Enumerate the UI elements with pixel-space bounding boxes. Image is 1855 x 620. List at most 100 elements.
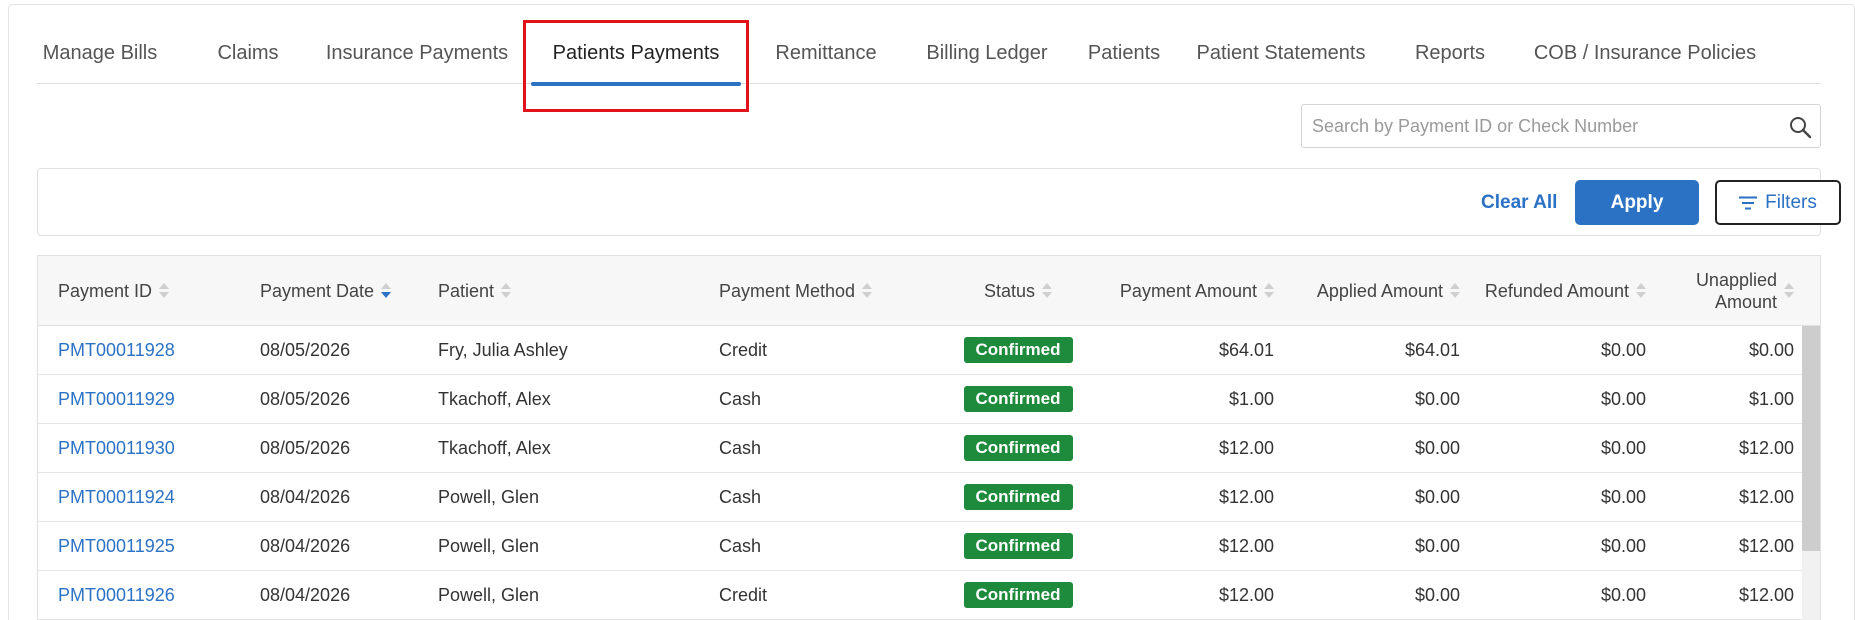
payment-search	[1301, 104, 1821, 148]
payment-id-link[interactable]: PMT00011925	[58, 536, 175, 557]
tab-patients-payments[interactable]: Patients Payments	[529, 22, 743, 86]
cell-payment-id: PMT00011929	[58, 375, 238, 423]
cell-unapplied-amount: $12.00	[1738, 486, 1794, 507]
tab-manage-bills[interactable]: Manage Bills	[37, 22, 163, 84]
column-label-line: Amount	[1714, 292, 1777, 312]
table-row[interactable]: PMT00011929 08/05/2026 Tkachoff, Alex Ca…	[38, 375, 1802, 424]
cell-payment-id: PMT00011925	[58, 522, 238, 570]
tab-remittance[interactable]: Remittance	[755, 22, 897, 84]
table-row[interactable]: PMT00011928 08/05/2026 Fry, Julia Ashley…	[38, 326, 1802, 375]
cell-refunded-amount: $0.00	[1600, 535, 1646, 556]
tab-patients[interactable]: Patients	[1067, 22, 1181, 84]
cell-refunded-amount: $0.00	[1600, 584, 1646, 605]
table-body: PMT00011928 08/05/2026 Fry, Julia Ashley…	[38, 326, 1802, 620]
tab-billing-ledger[interactable]: Billing Ledger	[901, 22, 1073, 84]
cell-payment-date: 08/05/2026	[260, 388, 351, 409]
status-badge: Confirmed	[963, 337, 1073, 363]
cell-applied-amount: $0.00	[1414, 486, 1460, 507]
col-unapplied-amount[interactable]: Unapplied Amount	[1638, 256, 1794, 326]
tab-label: Remittance	[775, 41, 877, 64]
col-refunded-amount[interactable]: Refunded Amount	[1438, 256, 1646, 326]
apply-label: Apply	[1610, 191, 1664, 213]
billing-tabs: Manage Bills Claims Insurance Payments P…	[37, 22, 1821, 86]
cell-patient: Fry, Julia Ashley	[438, 339, 568, 360]
col-payment-id[interactable]: Payment ID	[58, 256, 238, 326]
cell-payment-date: 08/04/2026	[260, 486, 351, 507]
tab-insurance-payments[interactable]: Insurance Payments	[317, 22, 517, 84]
column-label: Payment Amount	[1119, 280, 1257, 301]
cell-payment-method: Credit	[719, 584, 768, 605]
table-scrollbar[interactable]	[1802, 326, 1820, 620]
cell-payment-amount: $12.00	[1218, 584, 1274, 605]
sort-icon	[1784, 283, 1794, 299]
sort-icon	[862, 283, 873, 299]
search-input[interactable]	[1312, 105, 1772, 147]
col-applied-amount[interactable]: Applied Amount	[1268, 256, 1460, 326]
col-payment-amount[interactable]: Payment Amount	[1068, 256, 1274, 326]
cell-applied-amount: $64.01	[1404, 339, 1460, 360]
cell-refunded-amount: $0.00	[1600, 437, 1646, 458]
col-payment-method[interactable]: Payment Method	[719, 256, 919, 326]
tab-label: Patients Payments	[552, 41, 720, 64]
cell-applied-amount: $0.00	[1414, 584, 1460, 605]
tab-claims[interactable]: Claims	[207, 22, 289, 84]
table-row[interactable]: PMT00011925 08/04/2026 Powell, Glen Cash…	[38, 522, 1802, 571]
column-label: Refunded Amount	[1484, 280, 1629, 301]
apply-button[interactable]: Apply	[1575, 180, 1699, 225]
tab-label: Patient Statements	[1196, 41, 1366, 64]
cell-payment-date: 08/05/2026	[260, 339, 351, 360]
cell-applied-amount: $0.00	[1414, 535, 1460, 556]
table-header: Payment ID Payment Date Patient Payment …	[38, 256, 1820, 326]
payment-id-link[interactable]: PMT00011930	[58, 438, 175, 459]
sort-icon	[1042, 283, 1053, 299]
cell-payment-method: Cash	[719, 486, 762, 507]
table-row[interactable]: PMT00011926 08/04/2026 Powell, Glen Cred…	[38, 571, 1802, 620]
tab-patient-statements[interactable]: Patient Statements	[1181, 22, 1381, 84]
filters-button[interactable]: Filters	[1715, 180, 1841, 225]
cell-unapplied-amount: $12.00	[1738, 437, 1794, 458]
cell-payment-method: Credit	[719, 339, 768, 360]
cell-unapplied-amount: $12.00	[1738, 584, 1794, 605]
tab-label: Reports	[1414, 41, 1486, 64]
table-row[interactable]: PMT00011924 08/04/2026 Powell, Glen Cash…	[38, 473, 1802, 522]
status-badge: Confirmed	[963, 435, 1073, 461]
cell-refunded-amount: $0.00	[1600, 486, 1646, 507]
cell-payment-method: Cash	[719, 437, 762, 458]
status-badge: Confirmed	[963, 582, 1073, 608]
table-row[interactable]: PMT00011930 08/05/2026 Tkachoff, Alex Ca…	[38, 424, 1802, 473]
cell-applied-amount: $0.00	[1414, 388, 1460, 409]
column-label: Payment ID	[58, 280, 153, 301]
payment-id-link[interactable]: PMT00011924	[58, 487, 175, 508]
search-icon[interactable]	[1788, 115, 1812, 139]
cell-refunded-amount: $0.00	[1600, 388, 1646, 409]
cell-payment-id: PMT00011926	[58, 571, 238, 619]
cell-payment-id: PMT00011924	[58, 473, 238, 521]
cell-patient: Tkachoff, Alex	[438, 437, 551, 458]
tab-label: Billing Ledger	[926, 41, 1048, 64]
column-label: Payment Method	[719, 280, 856, 301]
status-badge: Confirmed	[963, 484, 1073, 510]
col-payment-date[interactable]: Payment Date	[260, 256, 440, 326]
cell-patient: Powell, Glen	[438, 486, 540, 507]
clear-all-button[interactable]: Clear All	[1481, 183, 1557, 223]
cell-payment-date: 08/05/2026	[260, 437, 351, 458]
payment-id-link[interactable]: PMT00011929	[58, 389, 175, 410]
cell-payment-date: 08/04/2026	[260, 535, 351, 556]
payment-id-link[interactable]: PMT00011926	[58, 585, 175, 606]
cell-payment-amount: $12.00	[1218, 437, 1274, 458]
payment-id-link[interactable]: PMT00011928	[58, 340, 175, 361]
cell-patient: Tkachoff, Alex	[438, 388, 551, 409]
tab-label: Patients	[1087, 41, 1161, 64]
cell-payment-amount: $64.01	[1218, 339, 1274, 360]
column-label: Applied Amount	[1316, 280, 1443, 301]
payments-table: Payment ID Payment Date Patient Payment …	[37, 255, 1821, 620]
cell-payment-id: PMT00011930	[58, 424, 238, 472]
col-patient[interactable]: Patient	[438, 256, 638, 326]
cell-refunded-amount: $0.00	[1600, 339, 1646, 360]
column-label-line: Unapplied	[1695, 270, 1777, 290]
tab-reports[interactable]: Reports	[1395, 22, 1505, 84]
column-label: Unapplied Amount	[1696, 269, 1777, 313]
tab-cob-insurance-policies[interactable]: COB / Insurance Policies	[1513, 22, 1777, 84]
cell-unapplied-amount: $0.00	[1748, 339, 1794, 360]
scrollbar-thumb[interactable]	[1802, 326, 1820, 551]
